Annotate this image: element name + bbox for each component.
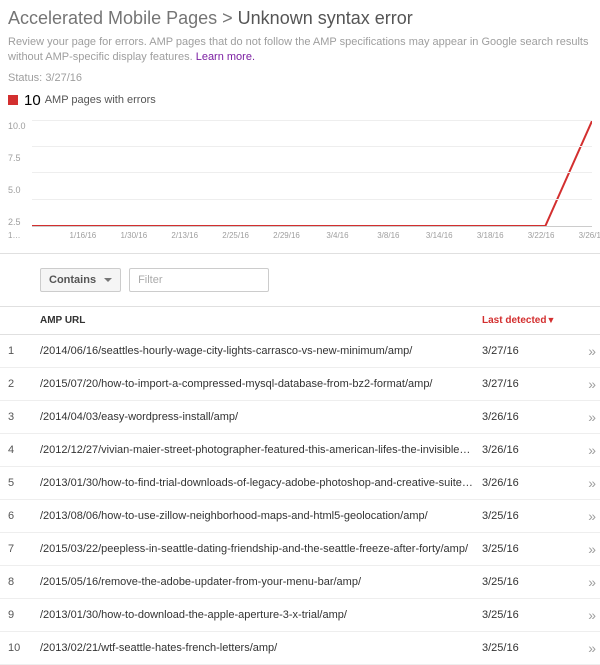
row-url: /2013/01/30/how-to-download-the-apple-ap… [40, 609, 482, 621]
row-open-icon[interactable]: » [562, 574, 592, 590]
metric-label: AMP pages with errors [45, 94, 156, 106]
chart-line [32, 121, 592, 226]
breadcrumb-current: Unknown syntax error [238, 8, 413, 28]
row-index: 9 [8, 609, 40, 621]
row-url: /2014/06/16/seattles-hourly-wage-city-li… [40, 345, 482, 357]
xtick: 3/14/16 [426, 231, 453, 240]
col-url-header[interactable]: AMP URL [40, 315, 482, 326]
row-url: /2014/04/03/easy-wordpress-install/amp/ [40, 411, 482, 423]
table-body: 1/2014/06/16/seattles-hourly-wage-city-l… [0, 335, 600, 665]
ytick: 2.5 [8, 217, 32, 227]
filter-input[interactable] [129, 268, 269, 292]
breadcrumb-parent[interactable]: Accelerated Mobile Pages [8, 8, 217, 28]
row-open-icon[interactable]: » [562, 640, 592, 656]
status-date: 3/27/16 [45, 72, 82, 84]
xtick: 1/30/16 [120, 231, 147, 240]
row-open-icon[interactable]: » [562, 409, 592, 425]
row-date: 3/25/16 [482, 543, 562, 555]
learn-more-link[interactable]: Learn more. [196, 51, 255, 63]
xtick: 3/8/16 [377, 231, 399, 240]
row-url: /2015/03/22/peepless-in-seattle-dating-f… [40, 543, 482, 555]
row-url: /2013/08/06/how-to-use-zillow-neighborho… [40, 510, 482, 522]
table-row[interactable]: 6/2013/08/06/how-to-use-zillow-neighborh… [0, 500, 600, 533]
dropdown-label: Contains [49, 274, 96, 286]
row-date: 3/26/16 [482, 477, 562, 489]
xtick: 2/29/16 [273, 231, 300, 240]
subtext-body: Review your page for errors. AMP pages t… [8, 36, 588, 63]
table: AMP URL Last detected▼ 1/2014/06/16/seat… [0, 306, 600, 665]
breadcrumb-sep: > [222, 8, 233, 28]
xtick: 3/26/16 [579, 231, 600, 240]
table-row[interactable]: 2/2015/07/20/how-to-import-a-compressed-… [0, 368, 600, 401]
toolbar: Contains [0, 254, 600, 306]
ytick: 7.5 [8, 153, 32, 163]
chart-xaxis: 1… 1/16/16 1/30/16 2/13/16 2/25/16 2/29/16 3/4… [8, 231, 592, 245]
row-url: /2015/07/20/how-to-import-a-compressed-m… [40, 378, 482, 390]
row-index: 8 [8, 576, 40, 588]
metric-swatch [8, 95, 18, 105]
xtick: 2/13/16 [171, 231, 198, 240]
table-row[interactable]: 7/2015/03/22/peepless-in-seattle-dating-… [0, 533, 600, 566]
header: Accelerated Mobile Pages > Unknown synta… [0, 0, 600, 115]
table-header: AMP URL Last detected▼ [0, 306, 600, 335]
breadcrumb: Accelerated Mobile Pages > Unknown synta… [8, 8, 592, 29]
row-date: 3/27/16 [482, 378, 562, 390]
col-date-header[interactable]: Last detected▼ [482, 315, 562, 326]
row-date: 3/25/16 [482, 576, 562, 588]
filter-mode-dropdown[interactable]: Contains [40, 268, 121, 292]
table-row[interactable]: 3/2014/04/03/easy-wordpress-install/amp/… [0, 401, 600, 434]
table-row[interactable]: 4/2012/12/27/vivian-maier-street-photogr… [0, 434, 600, 467]
chart-plot [32, 121, 592, 227]
chart-yaxis: 10.0 7.5 5.0 2.5 [8, 121, 32, 227]
chart-svg [32, 121, 592, 226]
row-date: 3/27/16 [482, 345, 562, 357]
row-url: /2013/01/30/how-to-find-trial-downloads-… [40, 477, 482, 489]
row-index: 2 [8, 378, 40, 390]
xtick: 1/16/16 [70, 231, 97, 240]
row-open-icon[interactable]: » [562, 376, 592, 392]
subtext: Review your page for errors. AMP pages t… [8, 35, 592, 66]
table-row[interactable]: 5/2013/01/30/how-to-find-trial-downloads… [0, 467, 600, 500]
metric-count: 10 [24, 92, 41, 109]
chart: 10.0 7.5 5.0 2.5 1… 1/16/16 1/30/16 2/13/16 2/2… [8, 115, 592, 245]
table-row[interactable]: 8/2015/05/16/remove-the-adobe-updater-fr… [0, 566, 600, 599]
row-open-icon[interactable]: » [562, 343, 592, 359]
row-url: /2012/12/27/vivian-maier-street-photogra… [40, 444, 482, 456]
row-index: 10 [8, 642, 40, 654]
xtick: 1… [8, 231, 20, 240]
sort-desc-icon: ▼ [546, 315, 555, 325]
row-open-icon[interactable]: » [562, 475, 592, 491]
status-label: Status: [8, 72, 42, 84]
row-index: 7 [8, 543, 40, 555]
row-index: 1 [8, 345, 40, 357]
row-date: 3/26/16 [482, 411, 562, 423]
status-line: Status: 3/27/16 [8, 72, 592, 84]
row-index: 6 [8, 510, 40, 522]
metric: 10 AMP pages with errors [8, 92, 592, 109]
table-row[interactable]: 10/2013/02/21/wtf-seattle-hates-french-l… [0, 632, 600, 665]
col-date-label: Last detected [482, 315, 546, 326]
xtick: 3/18/16 [477, 231, 504, 240]
ytick: 5.0 [8, 185, 32, 195]
table-row[interactable]: 1/2014/06/16/seattles-hourly-wage-city-l… [0, 335, 600, 368]
row-url: /2015/05/16/remove-the-adobe-updater-fro… [40, 576, 482, 588]
row-date: 3/25/16 [482, 510, 562, 522]
row-url: /2013/02/21/wtf-seattle-hates-french-let… [40, 642, 482, 654]
row-open-icon[interactable]: » [562, 607, 592, 623]
row-index: 5 [8, 477, 40, 489]
row-date: 3/25/16 [482, 609, 562, 621]
ytick: 10.0 [8, 121, 32, 131]
row-open-icon[interactable]: » [562, 442, 592, 458]
xtick: 3/4/16 [326, 231, 348, 240]
xtick: 3/22/16 [528, 231, 555, 240]
row-index: 4 [8, 444, 40, 456]
row-open-icon[interactable]: » [562, 508, 592, 524]
row-open-icon[interactable]: » [562, 541, 592, 557]
row-index: 3 [8, 411, 40, 423]
chevron-down-icon [104, 278, 112, 282]
row-date: 3/25/16 [482, 642, 562, 654]
xtick: 2/25/16 [222, 231, 249, 240]
row-date: 3/26/16 [482, 444, 562, 456]
